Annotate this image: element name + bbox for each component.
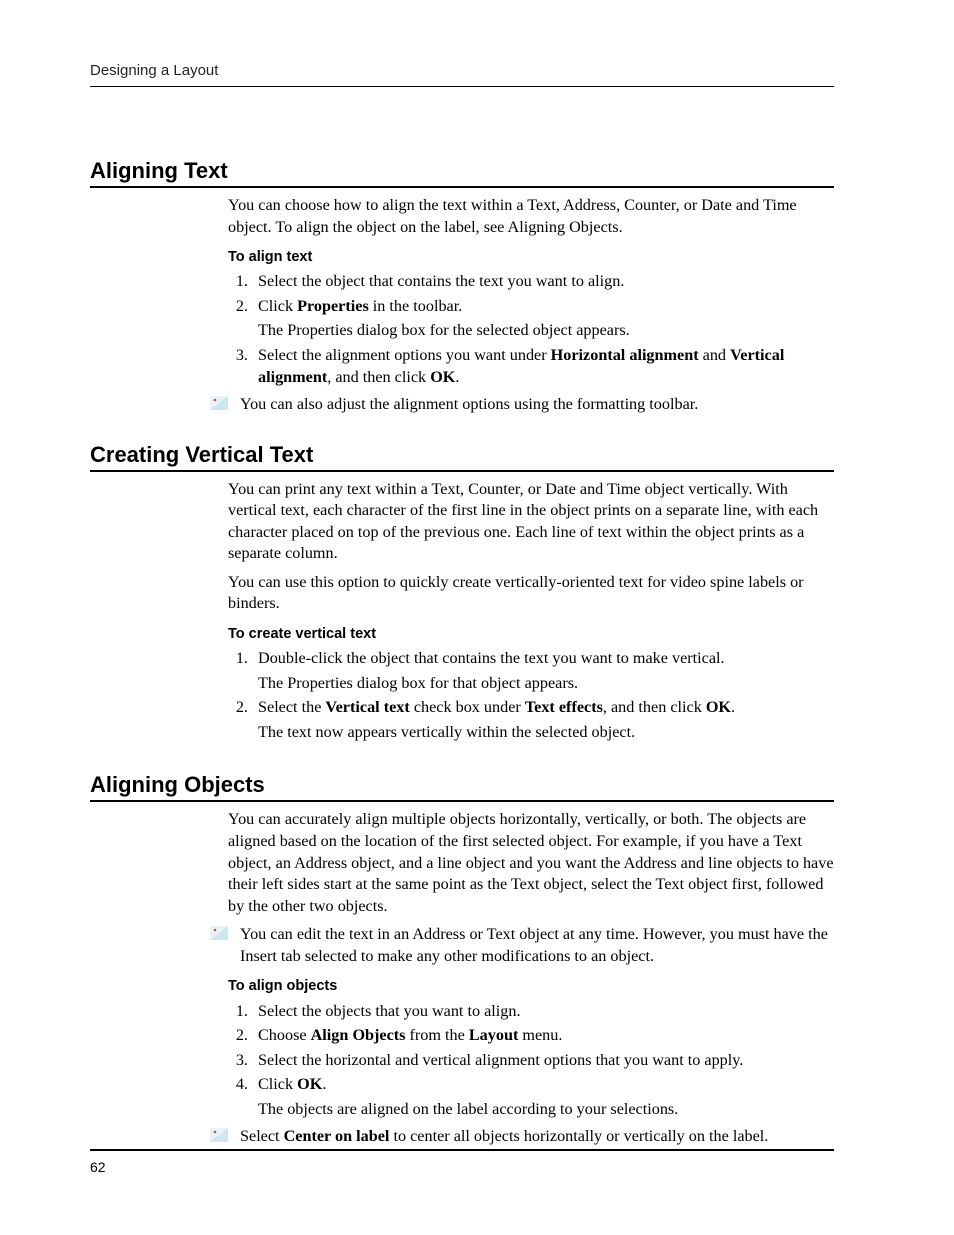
step-text: Choose Align Objects from the Layout men… [258, 1026, 562, 1044]
section-heading-creating-vertical-text: Creating Vertical Text [90, 442, 834, 472]
footer-rule [90, 1149, 834, 1151]
procedure-steps: Select the object that contains the text… [228, 271, 834, 388]
step: Double-click the object that contains th… [252, 648, 834, 694]
step: Click Properties in the toolbar. The Pro… [252, 296, 834, 342]
step-result: The text now appears vertically within t… [258, 722, 834, 744]
note-icon [210, 1128, 230, 1142]
section-body: You can accurately align multiple object… [228, 809, 834, 1147]
section-body: You can print any text within a Text, Co… [228, 479, 834, 744]
procedure-heading: To align objects [228, 977, 834, 996]
step-text: Select the Vertical text check box under… [258, 698, 735, 716]
step: Select the alignment options you want un… [252, 345, 834, 388]
section-body: You can choose how to align the text wit… [228, 195, 834, 416]
step-text: Select the object that contains the text… [258, 272, 624, 290]
paragraph: You can use this option to quickly creat… [228, 572, 834, 615]
step: Select the object that contains the text… [252, 271, 834, 293]
step-result: The Properties dialog box for the select… [258, 320, 834, 342]
step: Select the objects that you want to alig… [252, 1001, 834, 1023]
paragraph: You can print any text within a Text, Co… [228, 479, 834, 565]
paragraph: You can accurately align multiple object… [228, 809, 834, 917]
note: You can edit the text in an Address or T… [210, 924, 834, 967]
step-text: Select the horizontal and vertical align… [258, 1051, 743, 1069]
step-text: Click Properties in the toolbar. [258, 297, 462, 315]
section-heading-aligning-text: Aligning Text [90, 158, 834, 188]
step-result: The Properties dialog box for that objec… [258, 673, 834, 695]
note-icon [210, 396, 230, 410]
document-page: Designing a Layout Aligning Text You can… [0, 0, 954, 1235]
step: Choose Align Objects from the Layout men… [252, 1025, 834, 1047]
step-text: Select the objects that you want to alig… [258, 1002, 521, 1020]
note: You can also adjust the alignment option… [210, 394, 834, 416]
note-text: You can edit the text in an Address or T… [240, 924, 834, 967]
note-text: You can also adjust the alignment option… [240, 394, 834, 416]
note: Select Center on label to center all obj… [210, 1126, 834, 1148]
step-result: The objects are aligned on the label acc… [258, 1099, 834, 1121]
step-text: Click OK. [258, 1075, 326, 1093]
step-text: Select the alignment options you want un… [258, 346, 784, 386]
procedure-heading: To align text [228, 248, 834, 267]
step: Select the Vertical text check box under… [252, 697, 834, 743]
section-heading-aligning-objects: Aligning Objects [90, 772, 834, 802]
paragraph: You can choose how to align the text wit… [228, 195, 834, 238]
running-head: Designing a Layout [90, 62, 218, 79]
step: Click OK. The objects are aligned on the… [252, 1074, 834, 1120]
procedure-heading: To create vertical text [228, 625, 834, 644]
step-text: Double-click the object that contains th… [258, 649, 725, 667]
page-content: Aligning Text You can choose how to alig… [90, 158, 834, 1148]
procedure-steps: Double-click the object that contains th… [228, 648, 834, 743]
page-number: 62 [90, 1159, 106, 1175]
header-rule [90, 86, 834, 87]
note-text: Select Center on label to center all obj… [240, 1126, 834, 1148]
step: Select the horizontal and vertical align… [252, 1050, 834, 1072]
procedure-steps: Select the objects that you want to alig… [228, 1001, 834, 1121]
note-icon [210, 926, 230, 940]
